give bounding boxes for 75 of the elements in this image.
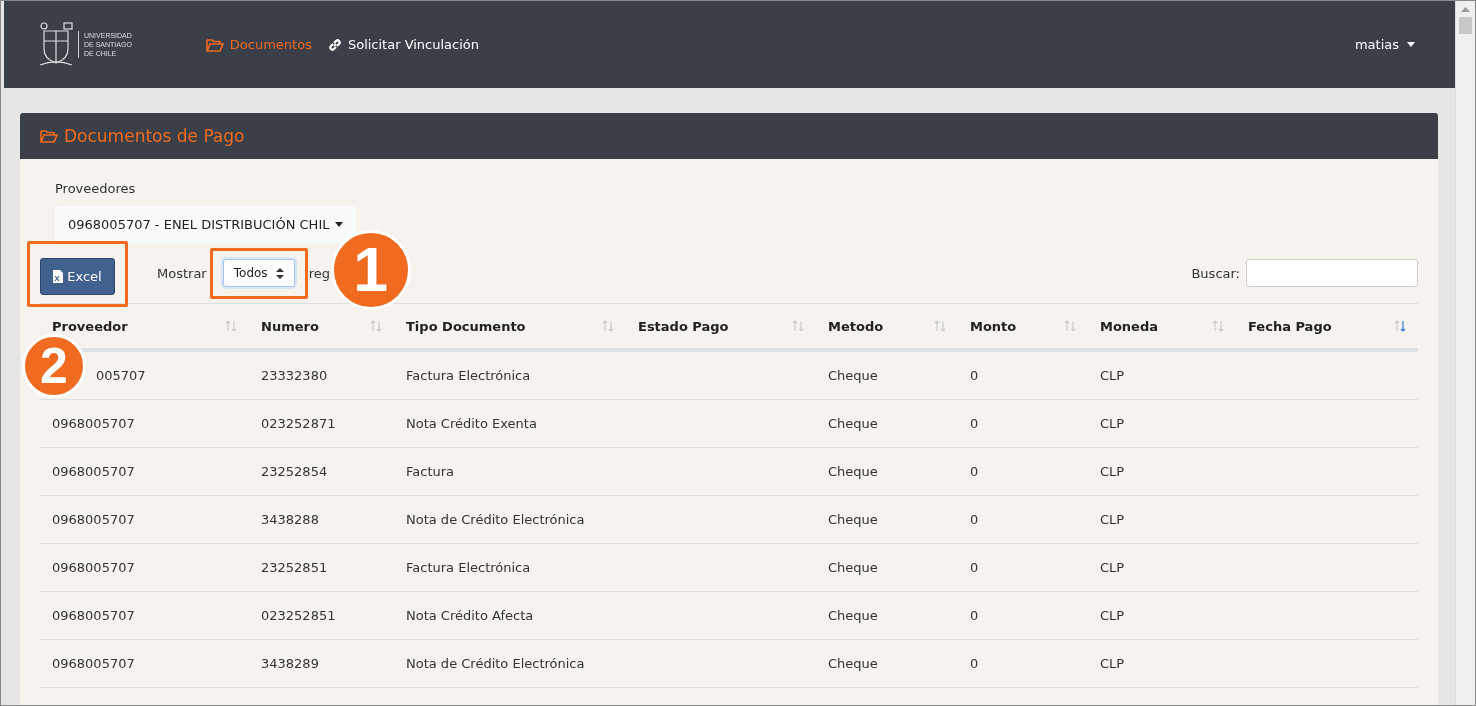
table-cell-text: 0 (969, 560, 980, 575)
table-cell-text: CLP (1099, 416, 1126, 431)
search-label: Buscar: (1191, 265, 1240, 281)
column-header[interactable]: Estado Pago (638, 318, 729, 334)
table-cell-text: CLP (1099, 560, 1126, 575)
show-label: Mostrar (157, 265, 207, 281)
table-cell-text: Cheque (827, 656, 879, 671)
user-menu[interactable]: matias (1354, 37, 1415, 52)
table-cell-text: Nota de Crédito Electrónica (405, 656, 586, 671)
table-cell-text: 23252854 (260, 464, 329, 479)
caret-icon (1407, 42, 1415, 47)
table-cell-text: 023252851 (260, 608, 337, 623)
table-cell-text: 0968005707 (51, 512, 136, 527)
column-header[interactable]: Numero (261, 318, 319, 334)
table-cell-text: 0 (969, 464, 980, 479)
table-cell-text: 0968005707 (51, 656, 136, 671)
step-marker: 1 (330, 229, 411, 310)
table-cell-text: 0968005707 (51, 464, 136, 479)
table-cell-text: 0 (969, 368, 980, 383)
table-cell-text: Factura Electrónica (405, 560, 532, 575)
column-header[interactable]: Proveedor (52, 318, 128, 334)
column-header[interactable]: Fecha Pago (1248, 318, 1332, 334)
table-cell-text: Cheque (827, 512, 879, 527)
link-icon (327, 37, 342, 52)
table-cell-text: 0 (969, 656, 980, 671)
table-cell-text: CLP (1099, 608, 1126, 623)
table-cell-text: 0 (969, 416, 980, 431)
table-cell-text: CLP (1099, 656, 1126, 671)
folder-icon (205, 37, 224, 52)
excel-button[interactable]: Excel (40, 257, 115, 295)
sort-icon[interactable] (1394, 320, 1406, 332)
table-cell-text: 0 (969, 608, 980, 623)
table-cell-text: 3438289 (260, 656, 320, 671)
table-cell-text: Cheque (827, 608, 879, 623)
table-cell-text: Cheque (827, 368, 879, 383)
table-cell-text: 23332380 (260, 368, 329, 383)
table-cell-text: 005707 (95, 368, 147, 383)
caret-icon (335, 222, 344, 227)
scroll-up-icon[interactable] (1461, 7, 1470, 12)
table-cell-text: Nota Crédito Exenta (405, 416, 538, 431)
scroll-thumb[interactable] (1459, 17, 1472, 34)
table-cell-text: 0968005707 (51, 560, 136, 575)
card-title: Documentos de Pago (64, 126, 245, 146)
table-cell-text: 0968005707 (51, 416, 136, 431)
entries-select[interactable]: Todos (222, 259, 295, 287)
nav-link[interactable]: Solicitar Vinculación (327, 37, 480, 52)
table-cell-text: 0 (969, 512, 980, 527)
entries-suffix: reg (308, 265, 330, 281)
provider-dropdown[interactable]: 0968005707 - ENEL DISTRIBUCIÓN CHIL (55, 206, 357, 243)
column-header[interactable]: Moneda (1100, 318, 1159, 334)
updown-icon (275, 267, 284, 279)
table-cell-text: 23252851 (260, 560, 329, 575)
table-cell-text: Nota Crédito Afecta (405, 608, 535, 623)
search-field[interactable] (1246, 259, 1418, 287)
table-cell-text: Factura (405, 464, 456, 479)
table-cell-text: 0968005707 (51, 608, 136, 623)
field-label: Proveedores (55, 181, 137, 196)
table-cell-text: 023252871 (260, 416, 337, 431)
table-cell-text: Factura Electrónica (405, 368, 532, 383)
table-cell-text: CLP (1099, 368, 1126, 383)
column-header[interactable]: Metodo (828, 318, 884, 334)
crest-logo-icon (38, 20, 74, 69)
table-cell-text: CLP (1099, 464, 1126, 479)
scrollbar[interactable] (1455, 1, 1475, 705)
file-icon (53, 269, 64, 283)
table-cell-text: Cheque (827, 464, 879, 479)
table-cell-text: Cheque (827, 416, 879, 431)
step-marker: 2 (22, 333, 86, 398)
column-header[interactable]: Monto (970, 318, 1017, 334)
table-cell-text: 3438288 (260, 512, 320, 527)
column-header[interactable]: Tipo Documento (406, 318, 526, 334)
table-cell-text: CLP (1099, 512, 1126, 527)
table-cell-text: Cheque (827, 560, 879, 575)
folder-icon (40, 129, 58, 143)
table-cell-text: Nota de Crédito Electrónica (405, 512, 586, 527)
